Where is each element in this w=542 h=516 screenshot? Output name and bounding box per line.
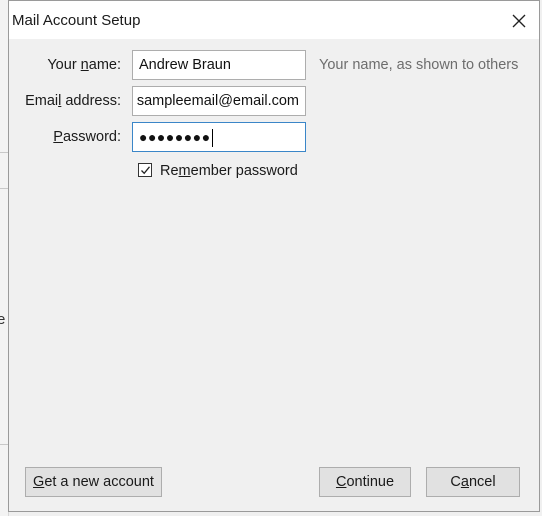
dialog-title: Mail Account Setup	[12, 12, 141, 29]
mail-account-setup-dialog: Mail Account Setup Your name: Andrew Bra…	[8, 0, 540, 512]
name-hint: Your name, as shown to others	[319, 57, 519, 73]
close-button[interactable]	[507, 9, 531, 33]
password-field[interactable]: ●●●●●●●●	[132, 122, 306, 152]
background-divider	[0, 444, 8, 445]
remember-password-checkbox[interactable]	[138, 163, 152, 177]
password-field-value: ●●●●●●●●	[139, 129, 211, 145]
email-label: Email address:	[25, 93, 121, 109]
checkmark-icon	[141, 166, 151, 175]
remember-password-label[interactable]: Remember password	[160, 163, 298, 179]
background-divider	[0, 152, 8, 153]
background-divider	[0, 188, 8, 189]
background-text: e	[0, 311, 6, 328]
cancel-button[interactable]: Cancel	[426, 467, 520, 497]
email-field[interactable]: sampleemail@email.com	[132, 86, 306, 116]
name-label: Your name:	[47, 57, 121, 73]
get-new-account-button[interactable]: Get a new account	[25, 467, 162, 497]
name-field[interactable]: Andrew Braun	[132, 50, 306, 80]
continue-button[interactable]: Continue	[319, 467, 411, 497]
title-bar: Mail Account Setup	[9, 1, 539, 39]
close-icon	[512, 14, 526, 28]
name-field-value: Andrew Braun	[139, 57, 231, 73]
text-caret	[211, 129, 213, 148]
email-field-value: sampleemail@email.com	[136, 93, 299, 109]
password-label: Password:	[53, 129, 121, 145]
